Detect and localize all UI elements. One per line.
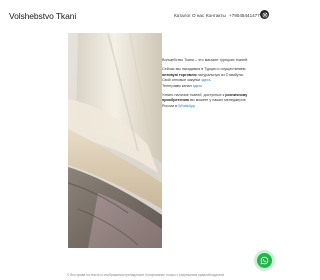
intro-paragraph-2: Сейчас мы находимся в Турции и осуществл… <box>162 67 280 89</box>
intro-line: России в WhatsApp <box>162 103 196 108</box>
telegram-link[interactable]: здесь <box>193 84 203 88</box>
intro-text: Волшебство Ткани – это магазин турецких … <box>162 58 280 113</box>
nav-contacts-link[interactable]: Контакты <box>206 13 226 18</box>
site-logo[interactable]: Volshebstvo Tkani <box>9 11 76 21</box>
intro-paragraph-1: Волшебство Ткани – это магазин турецких … <box>162 58 280 64</box>
instagram-button[interactable] <box>260 10 269 19</box>
nav-catalog-link[interactable]: Каталог <box>174 13 191 18</box>
wholesale-bold: оптовую торговлю <box>162 72 197 77</box>
intro-line: Волшебство Ткани – это магазин турецких … <box>162 58 249 62</box>
intro-line: Телеграмм канал здесь <box>162 83 203 88</box>
phone-link[interactable]: +79045441477 <box>229 13 260 18</box>
whatsapp-icon <box>260 256 269 265</box>
intro-paragraph-3: Узнать наличие тканей, доступных к розни… <box>162 93 280 110</box>
fabric-photo <box>68 33 162 248</box>
site-header: Volshebstvo Tkani Каталог О нас Контакты… <box>0 0 280 34</box>
whatsapp-button[interactable] <box>257 253 272 268</box>
nav-about-link[interactable]: О нас <box>192 13 204 18</box>
footer-copyright: © Все права на тексты и изображения прин… <box>67 273 225 277</box>
purchase-bold: приобретению <box>162 98 190 103</box>
retail-bold: розничному <box>225 92 248 97</box>
instagram-icon <box>262 12 267 17</box>
whatsapp-link[interactable]: WhatsApp <box>178 104 195 108</box>
wholesale-link[interactable]: здесь <box>201 78 211 82</box>
